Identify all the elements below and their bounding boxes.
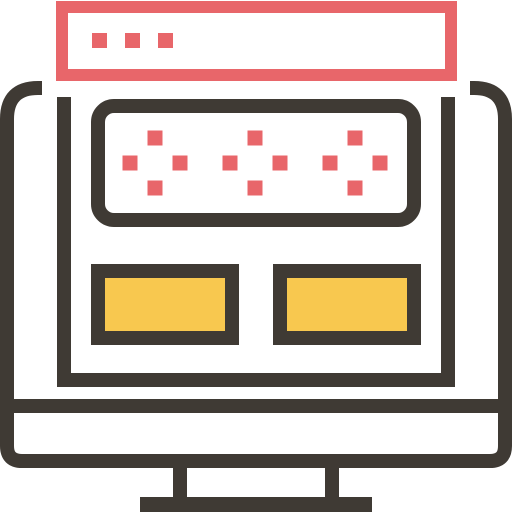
content-panel xyxy=(91,99,421,227)
browser-dot xyxy=(92,33,107,48)
browser-window-bar xyxy=(56,1,457,81)
left-button-fill xyxy=(105,278,225,331)
cluster-dot xyxy=(122,155,138,171)
cluster-dot xyxy=(172,155,188,171)
browser-dot xyxy=(125,33,140,48)
stand-base xyxy=(140,497,372,512)
cluster-dot xyxy=(347,180,363,196)
cluster-dot xyxy=(147,130,163,146)
cluster-dot xyxy=(147,180,163,196)
monitor-frame xyxy=(0,81,512,512)
dot-cluster xyxy=(322,130,388,196)
cluster-dot xyxy=(247,180,263,196)
cluster-dot xyxy=(247,130,263,146)
browser-bar-outline xyxy=(56,1,457,81)
content-panel-outline xyxy=(91,99,421,227)
cluster-dot xyxy=(272,155,288,171)
browser-dot xyxy=(158,33,173,48)
dot-clusters xyxy=(122,130,388,196)
icon-stage xyxy=(0,0,512,512)
right-button-fill xyxy=(287,278,407,331)
cluster-dot xyxy=(322,155,338,171)
desktop-monitor-icon xyxy=(0,1,512,512)
cluster-dot xyxy=(222,155,238,171)
button-row xyxy=(91,264,421,345)
browser-window-dots xyxy=(92,33,173,48)
cluster-dot xyxy=(372,155,388,171)
dot-cluster xyxy=(222,130,288,196)
cluster-dot xyxy=(347,130,363,146)
dot-cluster xyxy=(122,130,188,196)
